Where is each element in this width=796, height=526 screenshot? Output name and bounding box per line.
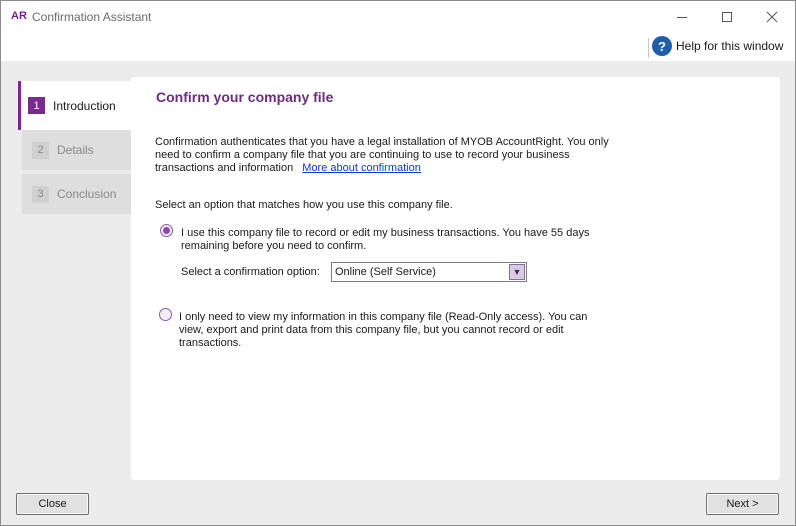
close-button[interactable]: Close	[16, 493, 89, 515]
step-number: 1	[28, 97, 45, 114]
step-conclusion[interactable]: 3 Conclusion	[22, 174, 131, 214]
close-window-button[interactable]	[749, 1, 795, 33]
maximize-icon	[722, 12, 732, 22]
confirmation-assistant-window: AR Confirmation Assistant ? Help for thi…	[0, 0, 796, 526]
help-link[interactable]: ? Help for this window	[652, 36, 783, 56]
help-bar: ? Help for this window	[1, 33, 795, 61]
option-read-only-label[interactable]: I only need to view my information in th…	[179, 311, 599, 350]
chevron-down-icon[interactable]: ▼	[509, 264, 525, 280]
confirmation-option-label: Select a confirmation option:	[181, 266, 320, 278]
step-number: 2	[32, 141, 49, 159]
confirmation-option-value: Online (Self Service)	[335, 266, 436, 278]
step-number: 3	[32, 185, 49, 203]
minimize-button[interactable]	[659, 1, 705, 33]
option-record-label[interactable]: I use this company file to record or edi…	[181, 227, 601, 253]
window-title: Confirmation Assistant	[32, 10, 152, 24]
app-logo: AR	[11, 10, 27, 22]
page-title: Confirm your company file	[156, 89, 334, 105]
help-icon: ?	[652, 36, 672, 56]
maximize-button[interactable]	[704, 1, 750, 33]
option-record-radio[interactable]	[160, 224, 173, 237]
title-bar: AR Confirmation Assistant	[1, 1, 795, 33]
step-label: Details	[57, 143, 94, 157]
select-prompt: Select an option that matches how you us…	[155, 199, 453, 211]
confirmation-option-select[interactable]: Online (Self Service) ▼	[331, 262, 527, 282]
content-panel: Confirm your company file Confirmation a…	[131, 77, 780, 480]
step-label: Introduction	[53, 98, 116, 113]
close-icon	[766, 11, 778, 23]
option-read-only-radio[interactable]	[159, 308, 172, 321]
step-details[interactable]: 2 Details	[22, 130, 131, 170]
step-label: Conclusion	[57, 187, 117, 201]
help-label: Help for this window	[676, 39, 784, 53]
intro-paragraph: Confirmation authenticates that you have…	[155, 136, 625, 175]
minimize-icon	[677, 16, 687, 18]
more-about-confirmation-link[interactable]: More about confirmation	[302, 162, 421, 174]
step-introduction[interactable]: 1 Introduction	[18, 81, 131, 130]
next-button[interactable]: Next >	[706, 493, 779, 515]
help-divider	[648, 38, 649, 58]
